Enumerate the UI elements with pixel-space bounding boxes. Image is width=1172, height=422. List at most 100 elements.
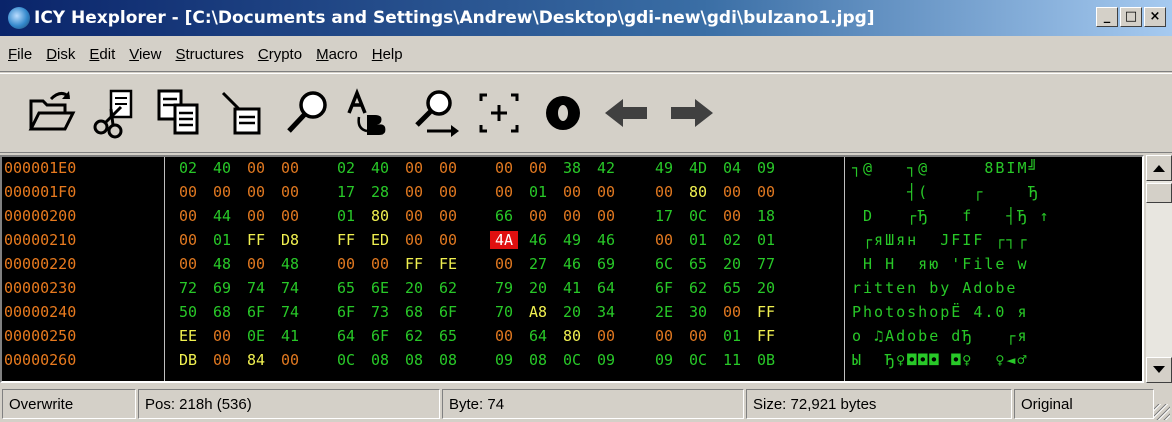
hex-byte[interactable]: 00 bbox=[242, 183, 270, 201]
hex-byte[interactable]: 00 bbox=[400, 207, 428, 225]
hex-byte[interactable]: 6E bbox=[366, 279, 394, 297]
hex-byte[interactable]: 46 bbox=[558, 255, 586, 273]
hex-byte[interactable]: 6C bbox=[650, 255, 678, 273]
hex-byte[interactable]: FF bbox=[332, 231, 360, 249]
hex-byte[interactable]: 00 bbox=[276, 183, 304, 201]
cut-button[interactable] bbox=[86, 84, 144, 142]
hex-byte[interactable]: 6F bbox=[434, 303, 462, 321]
hex-byte[interactable]: 6F bbox=[650, 279, 678, 297]
hex-byte[interactable]: 28 bbox=[366, 183, 394, 201]
hex-byte[interactable]: 44 bbox=[208, 207, 236, 225]
hex-byte[interactable]: 27 bbox=[524, 255, 552, 273]
scroll-thumb[interactable] bbox=[1146, 183, 1172, 203]
hex-byte[interactable]: 74 bbox=[276, 303, 304, 321]
hex-byte[interactable]: 65 bbox=[434, 327, 462, 345]
ascii-text[interactable]: ┌яШян JFIF ┌┐┌ bbox=[852, 231, 1142, 249]
hex-byte[interactable]: 00 bbox=[752, 183, 780, 201]
ascii-text[interactable]: PhotoshopЁ 4.0 я bbox=[852, 303, 1142, 321]
hex-byte[interactable]: 01 bbox=[684, 231, 712, 249]
hex-byte[interactable]: 64 bbox=[592, 279, 620, 297]
hex-byte[interactable]: 09 bbox=[490, 351, 518, 369]
hex-byte[interactable]: ED bbox=[366, 231, 394, 249]
hex-byte[interactable]: 08 bbox=[524, 351, 552, 369]
hex-byte[interactable]: FF bbox=[242, 231, 270, 249]
hex-byte[interactable]: 17 bbox=[332, 183, 360, 201]
hex-byte[interactable]: 73 bbox=[366, 303, 394, 321]
hex-byte[interactable]: 00 bbox=[242, 159, 270, 177]
hex-byte[interactable]: 68 bbox=[400, 303, 428, 321]
hex-byte[interactable]: 09 bbox=[752, 159, 780, 177]
hex-byte[interactable]: 70 bbox=[490, 303, 518, 321]
scroll-up-button[interactable] bbox=[1146, 155, 1172, 181]
title-bar[interactable]: ICY Hexplorer - [C:\Documents and Settin… bbox=[0, 0, 1172, 36]
close-button[interactable]: × bbox=[1144, 7, 1166, 27]
hex-byte[interactable]: FF bbox=[400, 255, 428, 273]
hex-byte[interactable]: FF bbox=[752, 303, 780, 321]
hex-byte[interactable]: 02 bbox=[332, 159, 360, 177]
hex-byte[interactable]: 00 bbox=[174, 183, 202, 201]
hex-byte[interactable]: 00 bbox=[276, 207, 304, 225]
hex-byte[interactable]: 11 bbox=[718, 351, 746, 369]
hex-byte[interactable]: 0E bbox=[242, 327, 270, 345]
hex-byte[interactable]: 50 bbox=[174, 303, 202, 321]
hex-byte[interactable]: 00 bbox=[174, 231, 202, 249]
hex-byte[interactable]: 65 bbox=[718, 279, 746, 297]
hex-byte[interactable]: 64 bbox=[524, 327, 552, 345]
hex-view[interactable]: 000001E0 02 40 00 00 02 40 00 00 00 00 38 42 49 4D 04 09… bbox=[0, 155, 1144, 383]
hex-byte[interactable]: 20 bbox=[718, 255, 746, 273]
ascii-text[interactable]: ┤( ┌ Ђ bbox=[852, 183, 1142, 201]
hex-byte[interactable]: 00 bbox=[400, 159, 428, 177]
back-button[interactable] bbox=[598, 84, 656, 142]
hex-byte[interactable]: 69 bbox=[208, 279, 236, 297]
hex-byte[interactable]: 41 bbox=[558, 279, 586, 297]
hex-byte[interactable]: 00 bbox=[332, 255, 360, 273]
maximize-button[interactable]: □ bbox=[1120, 7, 1142, 27]
find-button[interactable] bbox=[278, 84, 336, 142]
hex-byte[interactable]: 0C bbox=[558, 351, 586, 369]
hex-byte[interactable]: 00 bbox=[208, 351, 236, 369]
hex-byte[interactable]: 49 bbox=[558, 231, 586, 249]
hex-byte[interactable]: 41 bbox=[276, 327, 304, 345]
open-file-button[interactable] bbox=[22, 84, 80, 142]
ascii-text[interactable]: H H яю 'File w bbox=[852, 255, 1142, 273]
hex-byte[interactable]: 79 bbox=[490, 279, 518, 297]
hex-byte[interactable]: 66 bbox=[490, 207, 518, 225]
hex-byte[interactable]: 00 bbox=[434, 159, 462, 177]
hex-byte[interactable]: 4D bbox=[684, 159, 712, 177]
hex-byte[interactable]: EE bbox=[174, 327, 202, 345]
hex-byte[interactable]: 20 bbox=[524, 279, 552, 297]
hex-byte[interactable]: 00 bbox=[242, 255, 270, 273]
hex-byte[interactable]: 00 bbox=[592, 207, 620, 225]
hex-byte[interactable]: 00 bbox=[174, 207, 202, 225]
hex-byte[interactable]: D8 bbox=[276, 231, 304, 249]
menu-help[interactable]: Help bbox=[372, 46, 403, 63]
hex-byte[interactable]: 48 bbox=[276, 255, 304, 273]
hex-byte[interactable]: 00 bbox=[242, 207, 270, 225]
ascii-text[interactable]: о ♫Adobe dЂ ┌я bbox=[852, 327, 1142, 345]
hex-byte[interactable]: 01 bbox=[524, 183, 552, 201]
replace-button[interactable] bbox=[342, 84, 400, 142]
ascii-text[interactable]: D ┌Ђ f ┤Ђ ↑ bbox=[852, 207, 1142, 225]
hex-byte[interactable]: 80 bbox=[366, 207, 394, 225]
hex-byte[interactable]: 80 bbox=[558, 327, 586, 345]
minimize-button[interactable]: _ bbox=[1096, 7, 1118, 27]
copy-button[interactable] bbox=[150, 84, 208, 142]
goto-button[interactable] bbox=[470, 84, 528, 142]
find-next-button[interactable] bbox=[406, 84, 464, 142]
hex-byte[interactable]: 00 bbox=[592, 327, 620, 345]
hex-byte[interactable]: 01 bbox=[208, 231, 236, 249]
hex-byte[interactable]: 00 bbox=[490, 183, 518, 201]
menu-view[interactable]: View bbox=[129, 46, 161, 63]
hex-byte[interactable]: DB bbox=[174, 351, 202, 369]
hex-byte[interactable]: 00 bbox=[208, 183, 236, 201]
hex-byte[interactable]: 08 bbox=[400, 351, 428, 369]
hex-byte[interactable]: 00 bbox=[558, 207, 586, 225]
hex-byte[interactable]: 00 bbox=[400, 183, 428, 201]
hex-byte[interactable]: 48 bbox=[208, 255, 236, 273]
hex-byte[interactable]: 62 bbox=[684, 279, 712, 297]
hex-byte[interactable]: 64 bbox=[332, 327, 360, 345]
hex-byte[interactable]: 00 bbox=[434, 231, 462, 249]
hex-byte[interactable]: 65 bbox=[332, 279, 360, 297]
hex-byte[interactable]: 00 bbox=[650, 183, 678, 201]
hex-byte[interactable]: 01 bbox=[332, 207, 360, 225]
